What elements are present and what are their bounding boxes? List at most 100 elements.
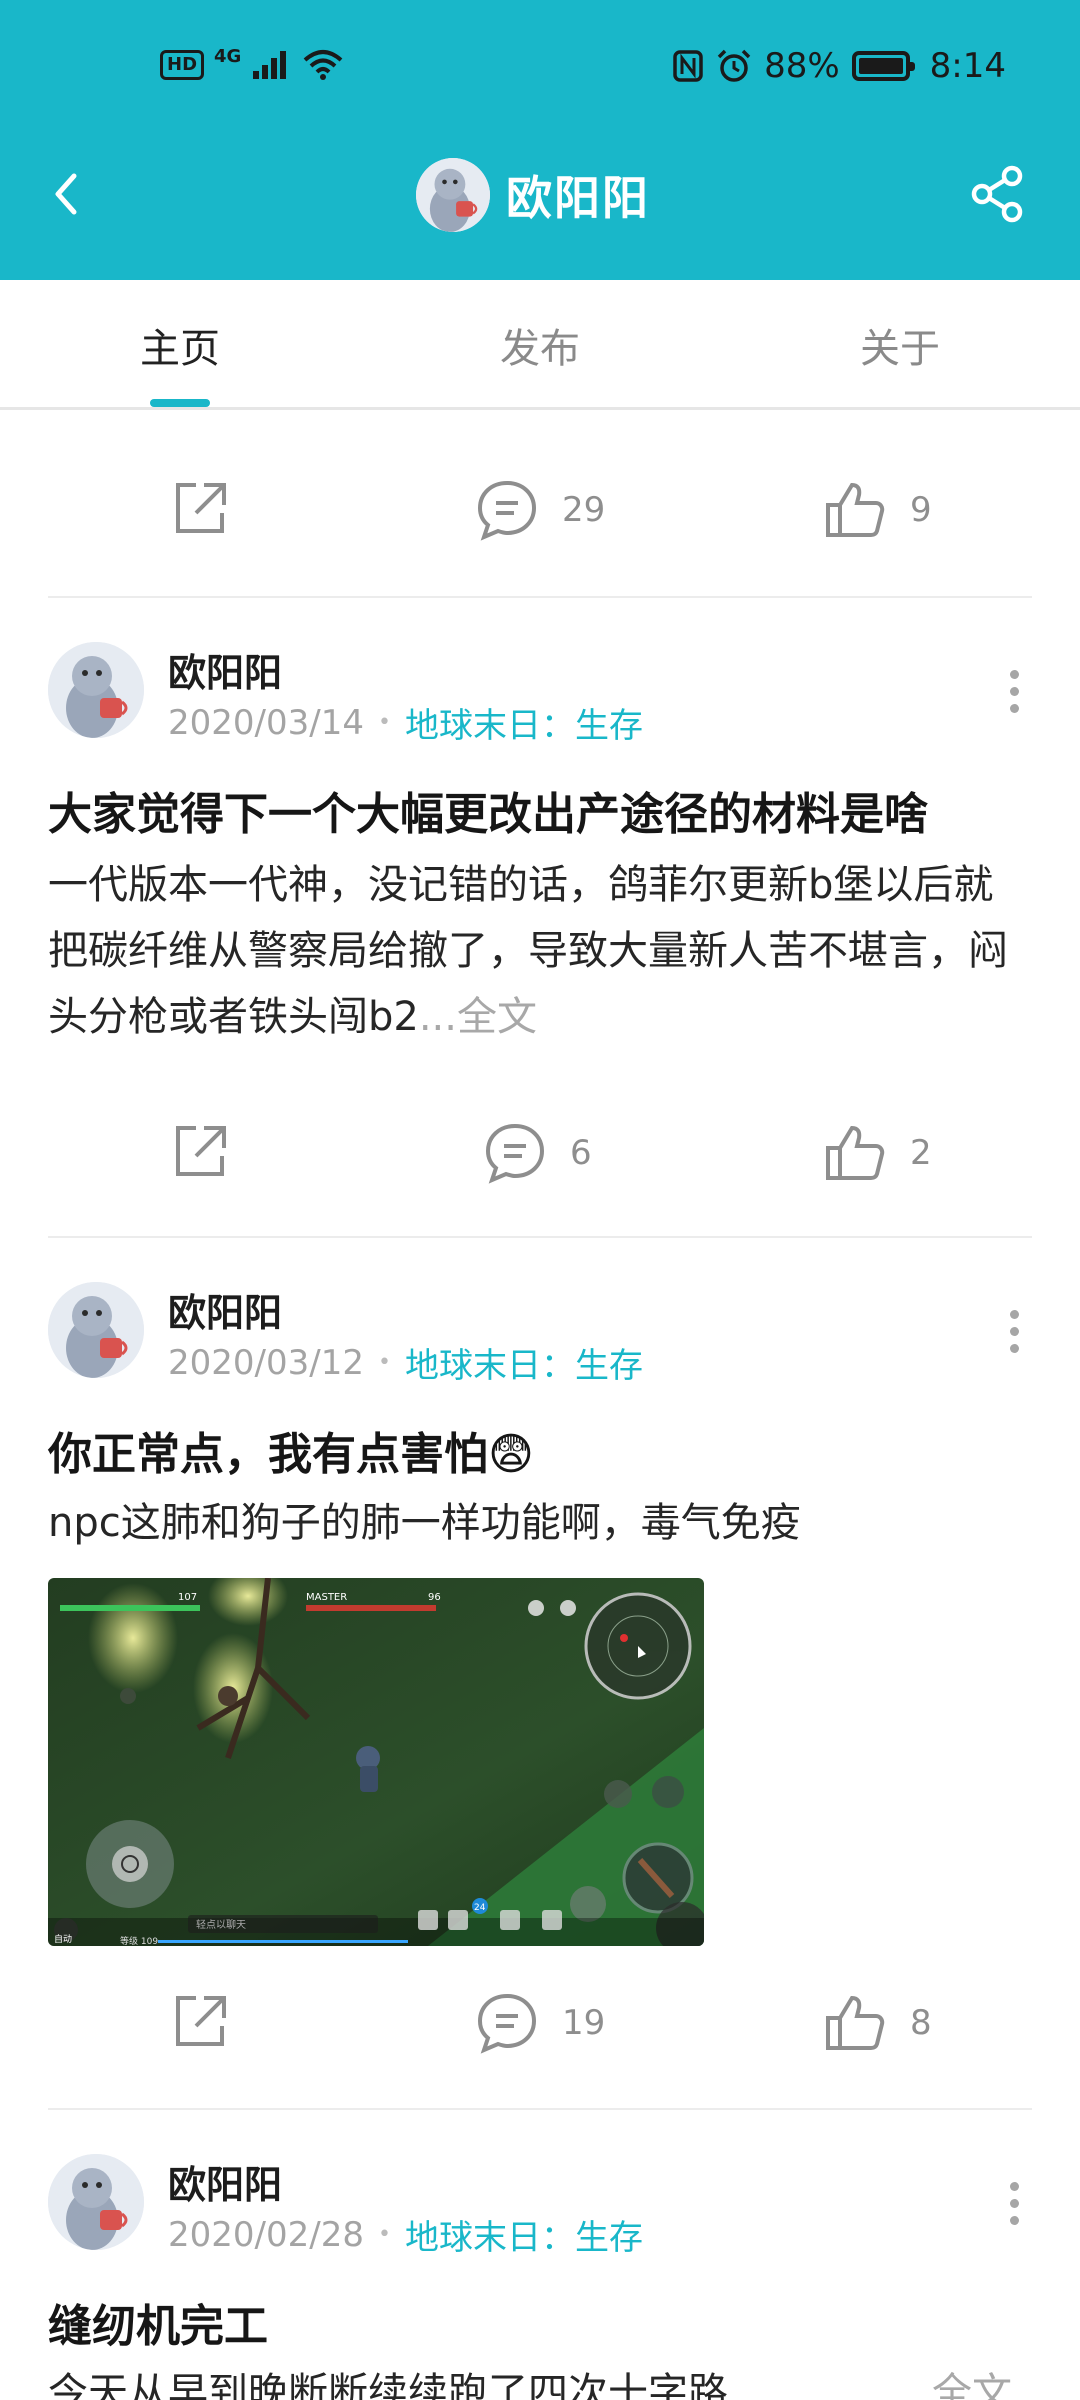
post-title[interactable]: 大家觉得下一个大幅更改出产途径的材料是啥 — [48, 778, 1048, 842]
category-name: 生存 — [574, 706, 643, 746]
thumbs-up-icon — [826, 1125, 885, 1180]
author-name[interactable]: 欧阳阳 — [168, 1282, 282, 1337]
status-bar: HD 4G 88% 8:14 — [0, 40, 1080, 100]
author-name[interactable]: 欧阳阳 — [168, 642, 282, 697]
category-link[interactable]: 地球末日：生存 — [405, 2210, 643, 2259]
post-meta: 2020/03/14 • 地球末日：生存 — [168, 698, 643, 747]
category-link[interactable]: 地球末日：生存 — [405, 1338, 643, 1387]
battery-icon — [851, 51, 915, 81]
avatar[interactable] — [416, 158, 490, 232]
chat-placeholder: 轻点以聊天 — [196, 1918, 246, 1931]
post-date: 2020/03/12 — [168, 1342, 364, 1383]
tab-about[interactable]: 关于 — [800, 316, 1000, 374]
like-count: 8 — [910, 2003, 932, 2043]
separator-dot: • — [377, 710, 391, 735]
more-options-button[interactable] — [1002, 1310, 1026, 1360]
post-date: 2020/02/28 — [168, 2214, 364, 2255]
like-button[interactable]: 8 — [822, 1990, 932, 2056]
share-icon — [971, 165, 1023, 223]
app-header: HD 4G 88% 8:14 欧阳阳 — [0, 0, 1080, 280]
category-link[interactable]: 地球末日：生存 — [405, 698, 643, 747]
external-share-icon — [176, 483, 226, 533]
tab-indicator — [150, 399, 210, 407]
nfc-icon — [673, 50, 703, 82]
post-body[interactable]: 一代版本一代神，没记错的话，鸽菲尔更新b堡以后就把碳纤维从警察局给撤了，导致大量… — [48, 852, 1032, 1050]
divider — [48, 596, 1032, 598]
post-image[interactable]: 107 MASTER 96 自动 等级 109 轻点以聊天 24 — [48, 1578, 704, 1946]
like-count: 9 — [910, 490, 932, 530]
avatar[interactable] — [48, 642, 144, 738]
tab-bar: 主页 发布 关于 — [0, 280, 1080, 410]
post-meta: 2020/02/28 • 地球末日：生存 — [168, 2210, 643, 2259]
post-actions: 29 9 — [48, 455, 1032, 575]
wifi-icon — [304, 50, 343, 80]
post-title[interactable]: 你正常点，我有点害怕😨 — [48, 1418, 1048, 1482]
hp-label: 107 — [178, 1592, 197, 1603]
category-name: 生存 — [574, 1346, 643, 1386]
post-meta: 2020/03/12 • 地球末日：生存 — [168, 1338, 643, 1387]
auto-label: 自动 — [54, 1933, 72, 1945]
back-button[interactable] — [40, 164, 100, 224]
hd-badge: HD — [160, 50, 205, 80]
share-button[interactable] — [968, 164, 1028, 224]
thumbs-up-icon — [826, 482, 885, 537]
battery-percent: 88% — [764, 46, 840, 86]
comment-button[interactable]: 6 — [482, 1120, 592, 1186]
like-button[interactable]: 2 — [822, 1120, 932, 1186]
alarm-icon — [717, 49, 751, 82]
comment-icon — [485, 1123, 545, 1184]
tab-posts[interactable]: 发布 — [440, 316, 640, 374]
author-name[interactable]: 欧阳阳 — [168, 2154, 282, 2209]
category-prefix: 地球末日： — [404, 1346, 575, 1386]
clock: 8:14 — [929, 46, 1006, 86]
ellipsis: ... — [418, 994, 457, 1040]
enemy-hp-label: 96 — [428, 1592, 441, 1603]
counter-badge: 24 — [474, 1903, 486, 1913]
post-header: 欧阳阳 2020/03/14 • 地球末日：生存 — [48, 642, 1032, 746]
post-excerpt: npc这肺和狗子的肺一样功能啊，毒气免疫 — [48, 1500, 801, 1546]
repost-button[interactable] — [170, 1990, 232, 2052]
repost-button[interactable] — [170, 477, 232, 539]
external-share-icon — [176, 1126, 226, 1176]
full-text-link[interactable]: 全文 — [457, 994, 537, 1040]
post-actions: 19 8 — [48, 1968, 1032, 2088]
comment-button[interactable]: 29 — [474, 477, 605, 543]
player-name: MASTER — [306, 1592, 347, 1603]
like-count: 2 — [910, 1133, 932, 1173]
comment-icon — [477, 480, 537, 541]
cellular-signal-icon — [253, 51, 287, 79]
post-header: 欧阳阳 2020/03/12 • 地球末日：生存 — [48, 1282, 1032, 1386]
thumbs-up-icon — [826, 1995, 885, 2050]
separator-dot: • — [377, 2222, 391, 2247]
level-label: 等级 109 — [120, 1935, 158, 1946]
comment-count: 6 — [570, 1133, 592, 1173]
repost-button[interactable] — [170, 1120, 232, 1182]
comment-button[interactable]: 19 — [474, 1990, 605, 2056]
separator-dot: • — [377, 1350, 391, 1375]
comment-icon — [477, 1993, 537, 2054]
tab-home[interactable]: 主页 — [80, 316, 280, 374]
page-title: 欧阳阳 — [506, 171, 650, 225]
more-options-button[interactable] — [1002, 2182, 1026, 2232]
comment-count: 19 — [562, 2003, 606, 2043]
like-button[interactable]: 9 — [822, 477, 932, 543]
nav-bar: 欧阳阳 — [0, 150, 1080, 240]
divider — [48, 2108, 1032, 2110]
category-prefix: 地球末日： — [404, 2218, 575, 2258]
profile-title: 欧阳阳 — [416, 158, 650, 232]
avatar[interactable] — [48, 2154, 144, 2250]
post-body[interactable]: npc这肺和狗子的肺一样功能啊，毒气免疫 — [48, 1490, 1032, 1556]
category-prefix: 地球末日： — [404, 706, 575, 746]
category-name: 生存 — [574, 2218, 643, 2258]
post-title[interactable]: 缝纫机完工 — [48, 2290, 1048, 2354]
post-body[interactable]: 今天从早到晚断断续续跑了四次十字路 全文 — [48, 2360, 1032, 2400]
post-excerpt: 今天从早到晚断断续续跑了四次十字路 — [48, 2370, 728, 2400]
more-options-button[interactable] — [1002, 670, 1026, 720]
network-type: 4G — [214, 46, 242, 67]
post-header: 欧阳阳 2020/02/28 • 地球末日：生存 — [48, 2154, 1032, 2258]
divider — [48, 1236, 1032, 1238]
full-text-link[interactable]: 全文 — [932, 2360, 1012, 2400]
post-actions: 6 2 — [48, 1098, 1032, 1218]
chevron-left-icon — [55, 173, 77, 215]
avatar[interactable] — [48, 1282, 144, 1378]
